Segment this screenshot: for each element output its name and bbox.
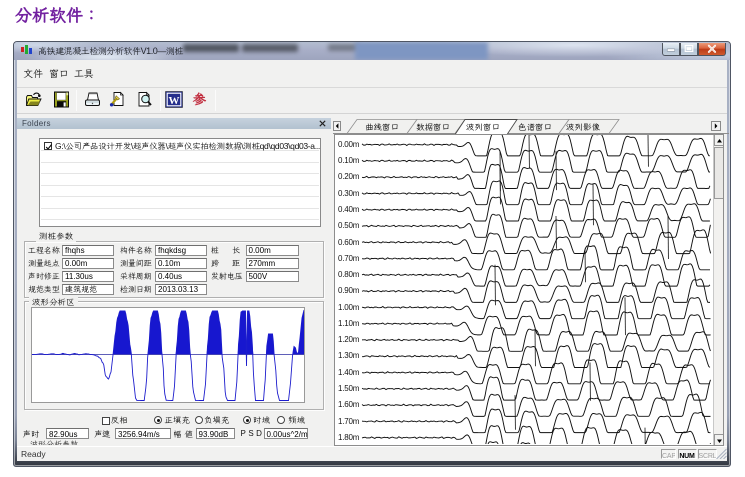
svg-text:W: W [169, 95, 180, 107]
